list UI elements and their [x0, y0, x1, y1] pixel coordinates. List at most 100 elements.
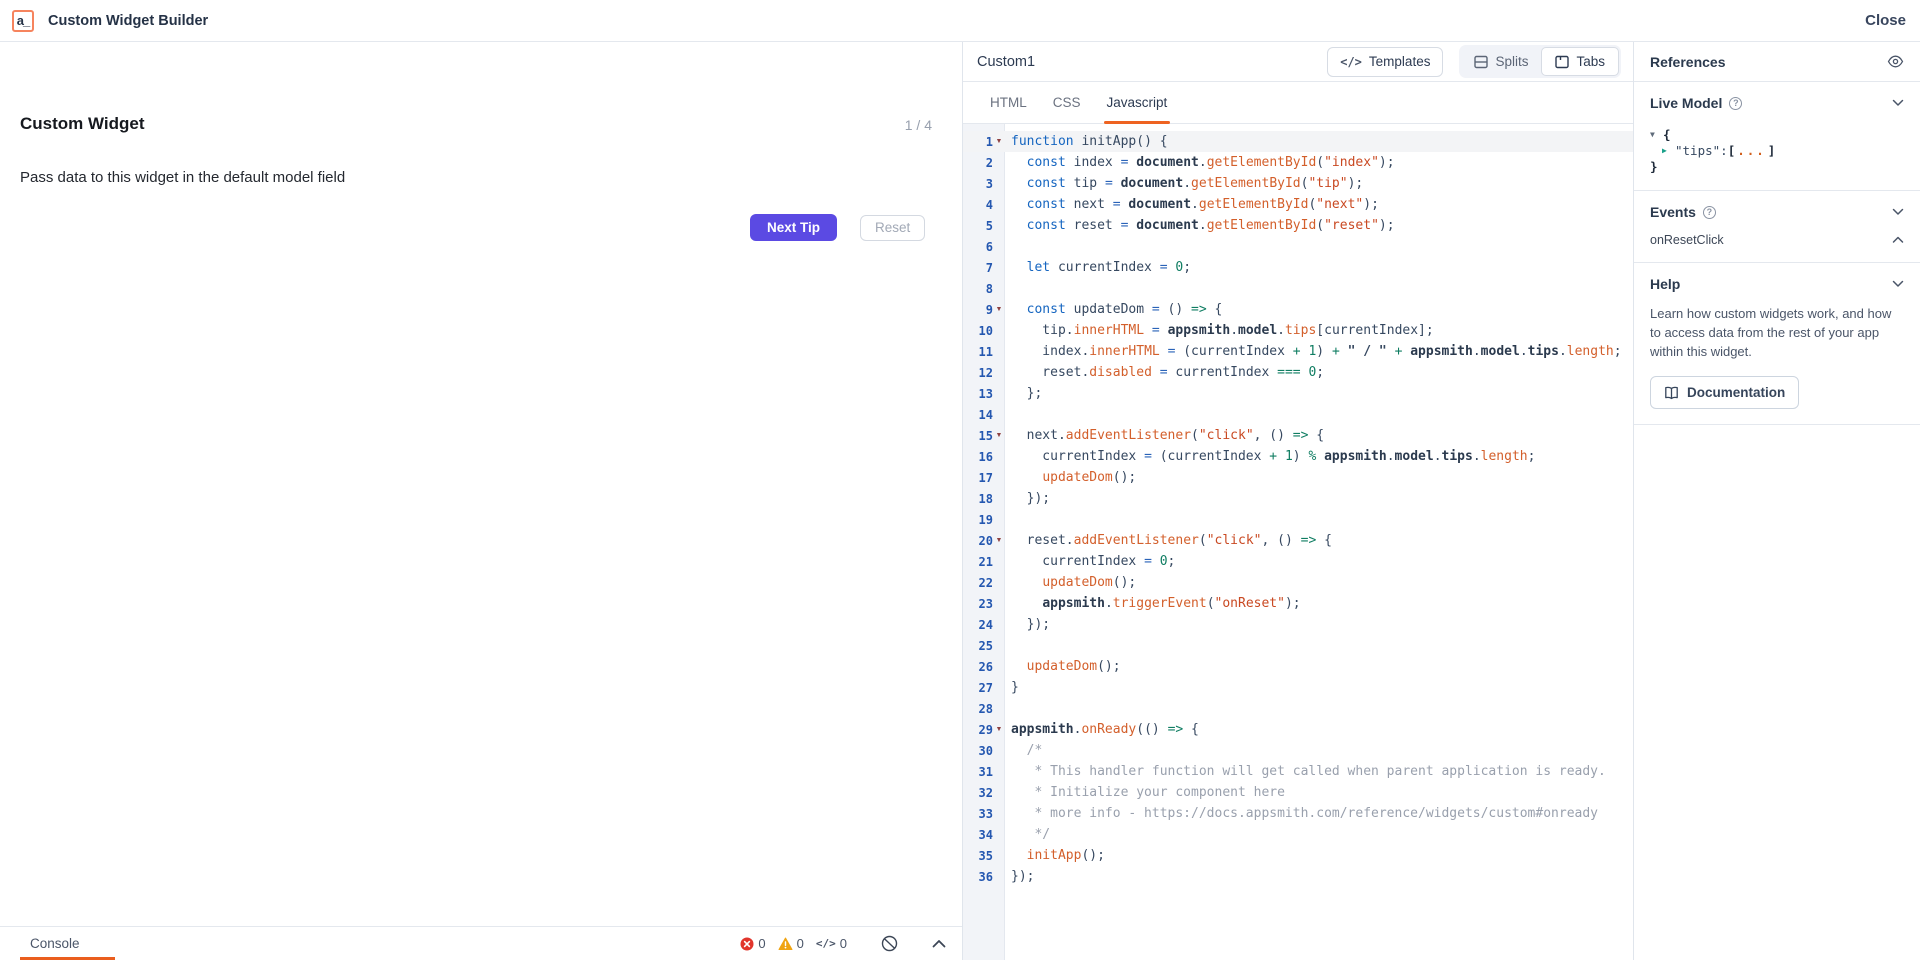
code-line[interactable]: 18 }); [963, 488, 1633, 509]
console-logs-filter[interactable]: </> 0 [816, 936, 847, 951]
code-text[interactable]: * more info - https://docs.appsmith.com/… [1005, 803, 1598, 824]
code-line[interactable]: 29▼appsmith.onReady(() => { [963, 719, 1633, 740]
code-text[interactable]: appsmith.triggerEvent("onReset"); [1005, 593, 1301, 614]
code-line[interactable]: 22 updateDom(); [963, 572, 1633, 593]
console-tab[interactable]: Console [30, 936, 80, 951]
code-line[interactable]: 27} [963, 677, 1633, 698]
clear-console-icon[interactable] [881, 935, 898, 952]
close-button[interactable]: Close [1865, 12, 1906, 29]
code-line[interactable]: 31 * This handler function will get call… [963, 761, 1633, 782]
chevron-down-icon[interactable] [1892, 99, 1904, 107]
code-text[interactable]: reset.disabled = currentIndex === 0; [1005, 362, 1324, 383]
code-line[interactable]: 4 const next = document.getElementById("… [963, 194, 1633, 215]
code-line[interactable]: 36}); [963, 866, 1633, 887]
code-line[interactable]: 11 index.innerHTML = (currentIndex + 1) … [963, 341, 1633, 362]
console-errors-filter[interactable]: 0 [740, 936, 765, 951]
code-line[interactable]: 13 }; [963, 383, 1633, 404]
code-text[interactable]: next.addEventListener("click", () => { [1005, 425, 1324, 446]
eye-icon[interactable] [1887, 55, 1904, 68]
code-text[interactable]: const tip = document.getElementById("tip… [1005, 173, 1363, 194]
code-text[interactable]: let currentIndex = 0; [1005, 257, 1191, 278]
code-line[interactable]: 14 [963, 404, 1633, 425]
code-text[interactable]: }); [1005, 488, 1050, 509]
code-text[interactable]: /* [1005, 740, 1042, 761]
code-line[interactable]: 16 currentIndex = (currentIndex + 1) % a… [963, 446, 1633, 467]
code-text[interactable]: } [1005, 677, 1019, 698]
code-line[interactable]: 10 tip.innerHTML = appsmith.model.tips[c… [963, 320, 1633, 341]
code-line[interactable]: 1▼function initApp() { [963, 131, 1633, 152]
code-text[interactable]: }; [1005, 383, 1042, 404]
code-editor[interactable]: 1▼function initApp() {2 const index = do… [963, 124, 1633, 960]
code-text[interactable]: currentIndex = 0; [1005, 551, 1175, 572]
documentation-button[interactable]: Documentation [1650, 376, 1799, 409]
help-circle-icon[interactable]: ? [1703, 206, 1716, 219]
fold-arrow-icon[interactable]: ▼ [993, 719, 1005, 740]
help-header[interactable]: Help [1650, 276, 1904, 292]
code-text[interactable]: index.innerHTML = (currentIndex + 1) + "… [1005, 341, 1622, 362]
tab-html[interactable]: HTML [977, 82, 1040, 123]
collapse-node-icon[interactable]: ▼ [1650, 127, 1663, 143]
code-line[interactable]: 6 [963, 236, 1633, 257]
collapsed-array-dots[interactable]: ... [1737, 143, 1766, 159]
tab-css[interactable]: CSS [1040, 82, 1094, 123]
code-text[interactable]: function initApp() { [1005, 131, 1168, 152]
fold-arrow-icon[interactable]: ▼ [993, 425, 1005, 446]
code-line[interactable]: 24 }); [963, 614, 1633, 635]
code-line[interactable]: 33 * more info - https://docs.appsmith.c… [963, 803, 1633, 824]
code-line[interactable]: 19 [963, 509, 1633, 530]
events-header[interactable]: Events ? [1650, 204, 1904, 220]
code-line[interactable]: 17 updateDom(); [963, 467, 1633, 488]
reset-button[interactable]: Reset [860, 215, 925, 241]
code-text[interactable]: updateDom(); [1005, 656, 1121, 677]
code-line[interactable]: 35 initApp(); [963, 845, 1633, 866]
chevron-down-icon[interactable] [1892, 208, 1904, 216]
code-text[interactable]: }); [1005, 866, 1034, 887]
code-text[interactable]: tip.innerHTML = appsmith.model.tips[curr… [1005, 320, 1434, 341]
fold-arrow-icon[interactable]: ▼ [993, 530, 1005, 551]
code-text[interactable]: const updateDom = () => { [1005, 299, 1222, 320]
code-text[interactable]: updateDom(); [1005, 572, 1136, 593]
code-line[interactable]: 12 reset.disabled = currentIndex === 0; [963, 362, 1633, 383]
code-line[interactable]: 30 /* [963, 740, 1633, 761]
code-line[interactable]: 5 const reset = document.getElementById(… [963, 215, 1633, 236]
code-line[interactable]: 2 const index = document.getElementById(… [963, 152, 1633, 173]
code-line[interactable]: 23 appsmith.triggerEvent("onReset"); [963, 593, 1633, 614]
code-line[interactable]: 34 */ [963, 824, 1633, 845]
chevron-down-icon[interactable] [1892, 280, 1904, 288]
code-text[interactable]: */ [1005, 824, 1050, 845]
code-line[interactable]: 9▼ const updateDom = () => { [963, 299, 1633, 320]
templates-button[interactable]: </> Templates [1327, 47, 1443, 77]
fold-arrow-icon[interactable]: ▼ [993, 299, 1005, 320]
code-text[interactable]: reset.addEventListener("click", () => { [1005, 530, 1332, 551]
code-line[interactable]: 32 * Initialize your component here [963, 782, 1633, 803]
code-line[interactable]: 28 [963, 698, 1633, 719]
fold-arrow-icon[interactable]: ▼ [993, 131, 1005, 152]
code-text[interactable]: const next = document.getElementById("ne… [1005, 194, 1379, 215]
splits-toggle[interactable]: Splits [1461, 47, 1541, 76]
live-model-header[interactable]: Live Model ? [1650, 95, 1904, 111]
code-text[interactable]: * Initialize your component here [1005, 782, 1285, 803]
tabs-toggle[interactable]: Tabs [1541, 47, 1619, 76]
code-line[interactable]: 8 [963, 278, 1633, 299]
chevron-up-icon[interactable] [1892, 236, 1904, 244]
code-line[interactable]: 3 const tip = document.getElementById("t… [963, 173, 1633, 194]
expand-node-icon[interactable]: ▶ [1662, 143, 1675, 159]
console-warnings-filter[interactable]: 0 [778, 936, 804, 951]
code-text[interactable]: }); [1005, 614, 1050, 635]
code-line[interactable]: 21 currentIndex = 0; [963, 551, 1633, 572]
code-text[interactable]: const index = document.getElementById("i… [1005, 152, 1395, 173]
code-line[interactable]: 26 updateDom(); [963, 656, 1633, 677]
code-text[interactable]: updateDom(); [1005, 467, 1136, 488]
code-line[interactable]: 20▼ reset.addEventListener("click", () =… [963, 530, 1633, 551]
code-line[interactable]: 15▼ next.addEventListener("click", () =>… [963, 425, 1633, 446]
code-text[interactable]: const reset = document.getElementById("r… [1005, 215, 1395, 236]
code-text[interactable]: * This handler function will get called … [1005, 761, 1606, 782]
collapse-console-icon[interactable] [932, 939, 946, 948]
next-tip-button[interactable]: Next Tip [750, 214, 837, 241]
code-text[interactable]: currentIndex = (currentIndex + 1) % apps… [1005, 446, 1535, 467]
code-line[interactable]: 25 [963, 635, 1633, 656]
tab-javascript[interactable]: Javascript [1094, 82, 1181, 123]
event-item-onresetclick[interactable]: onResetClick [1650, 233, 1904, 247]
code-text[interactable]: initApp(); [1005, 845, 1105, 866]
help-circle-icon[interactable]: ? [1729, 97, 1742, 110]
